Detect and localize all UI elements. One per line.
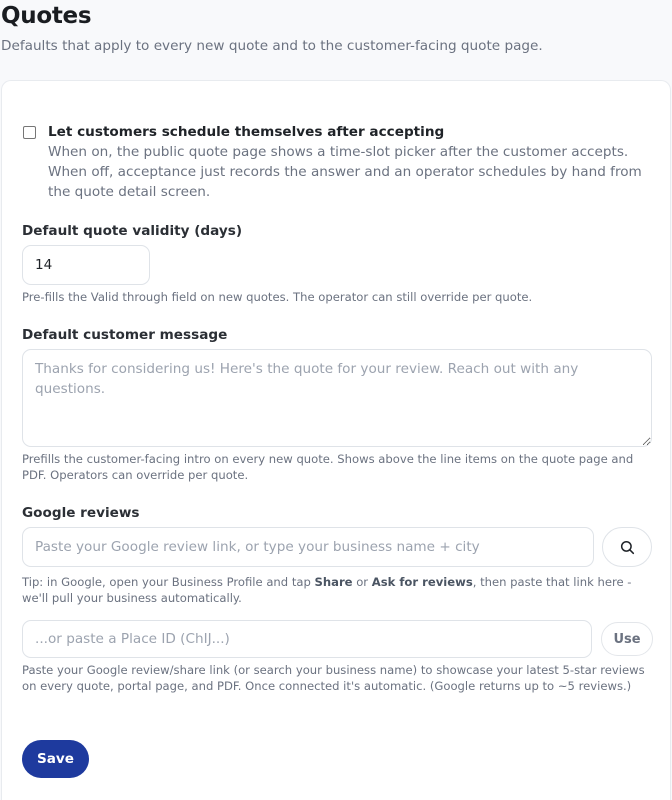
self-schedule-checkbox[interactable]: [23, 126, 36, 139]
google-review-search-button[interactable]: [602, 527, 652, 567]
google-review-search-input[interactable]: Paste your Google review link, or type y…: [22, 527, 594, 567]
google-review-search-placeholder: Paste your Google review link, or type y…: [35, 539, 480, 555]
validity-help: Pre-fills the Valid through field on new…: [22, 290, 533, 304]
place-id-input[interactable]: ...or paste a Place ID (ChIJ...): [22, 620, 592, 658]
validity-input[interactable]: 14: [22, 245, 150, 285]
tip-ask-for-reviews: Ask for reviews: [371, 575, 473, 589]
place-id-placeholder: ...or paste a Place ID (ChIJ...): [35, 631, 230, 647]
self-schedule-description: When on, the public quote page shows a t…: [48, 144, 642, 200]
customer-message-textarea[interactable]: [22, 349, 652, 447]
google-reviews-tip: Tip: in Google, open your Business Profi…: [22, 574, 654, 606]
save-button[interactable]: Save: [22, 740, 89, 778]
validity-value: 14: [35, 257, 53, 273]
customer-message-label: Default customer message: [22, 327, 228, 343]
page-subtitle: Defaults that apply to every new quote a…: [1, 38, 543, 54]
self-schedule-text: Let customers schedule themselves after …: [48, 122, 652, 202]
tip-or: or: [352, 575, 372, 589]
use-place-id-button[interactable]: Use: [601, 622, 653, 656]
google-reviews-help: Paste your Google review/share link (or …: [22, 663, 645, 693]
page-title: Quotes: [1, 3, 92, 29]
tip-share: Share: [314, 575, 353, 589]
self-schedule-label[interactable]: Let customers schedule themselves after …: [48, 122, 652, 142]
self-schedule-option: Let customers schedule themselves after …: [22, 122, 652, 202]
search-icon: [620, 540, 634, 554]
page-header: Quotes Defaults that apply to every new …: [0, 0, 672, 55]
tip-prefix: Tip: in Google, open your Business Profi…: [22, 575, 315, 589]
google-reviews-label: Google reviews: [22, 505, 140, 521]
customer-message-help: Prefills the customer-facing intro on ev…: [22, 452, 634, 482]
validity-label: Default quote validity (days): [22, 223, 243, 239]
settings-card: Let customers schedule themselves after …: [1, 80, 671, 800]
